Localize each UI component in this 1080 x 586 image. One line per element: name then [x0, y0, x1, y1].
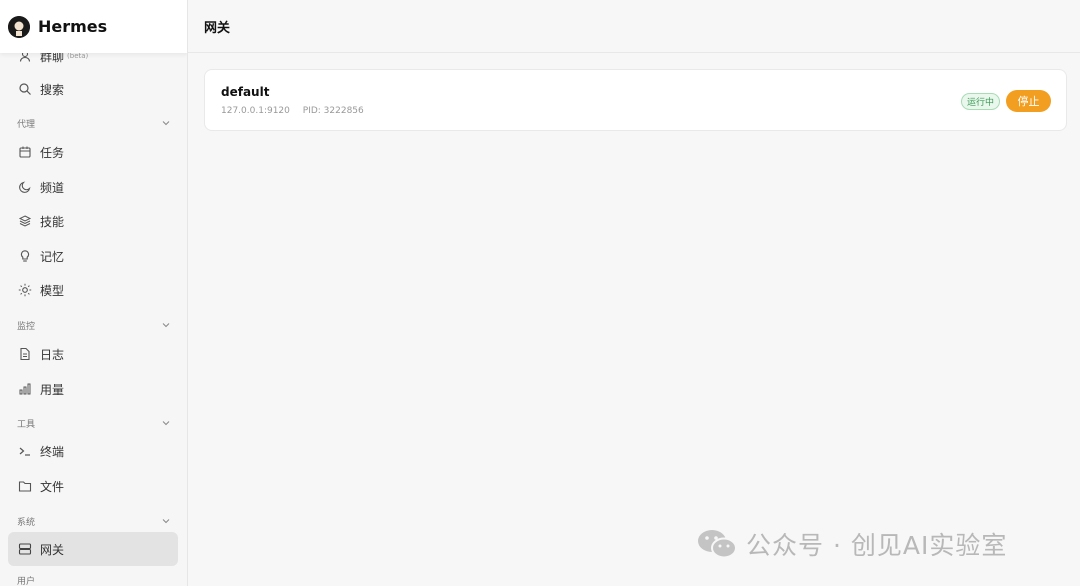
sidebar-item-label: 任务	[40, 145, 65, 160]
file-text-icon	[18, 347, 32, 361]
section-label: 用户	[17, 576, 36, 586]
brand-logo-icon	[8, 15, 30, 38]
sidebar-item-files[interactable]: 文件	[8, 469, 178, 503]
sidebar-item-gateway[interactable]: 网关	[8, 532, 178, 566]
section-monitoring[interactable]: 监控	[17, 317, 171, 333]
layers-icon	[18, 214, 32, 228]
watermark: 公众号 · 创见AI实验室	[696, 526, 1007, 562]
sidebar-item-usage[interactable]: 用量	[8, 372, 178, 406]
section-tools[interactable]: 工具	[17, 415, 171, 431]
wechat-icon	[696, 527, 738, 561]
section-agent[interactable]: 代理	[17, 115, 171, 131]
section-system[interactable]: 系统	[17, 513, 171, 529]
gateway-meta: 127.0.0.1:9120 PID: 3222856	[221, 106, 364, 116]
gateway-address: 127.0.0.1:9120	[221, 106, 290, 116]
chevron-down-icon	[161, 418, 171, 428]
sidebar-item-label: 技能	[40, 214, 65, 229]
sidebar-item-channels[interactable]: 频道	[8, 170, 178, 204]
chevron-down-icon	[161, 516, 171, 526]
section-label: 代理	[17, 119, 36, 130]
beta-badge: (beta)	[67, 52, 89, 60]
section-label: 监控	[17, 321, 36, 332]
status-badge: 运行中	[960, 93, 1000, 110]
section-label: 工具	[17, 419, 36, 430]
sidebar-item-label: 终端	[40, 444, 65, 459]
sidebar-item-logs[interactable]: 日志	[8, 337, 178, 371]
sidebar-item-models[interactable]: 模型	[8, 273, 178, 307]
watermark-text: 公众号 · 创见AI实验室	[746, 531, 1008, 560]
sidebar: 群聊 (beta) 搜索 代理 任务 频道 技能 记忆 模型 监控 日志 用量 …	[0, 0, 188, 586]
brand-header[interactable]: Hermes	[0, 0, 187, 53]
gateway-name: default	[221, 85, 270, 99]
terminal-icon	[18, 444, 32, 458]
sidebar-item-label: 频道	[40, 180, 65, 195]
search-icon	[18, 82, 32, 96]
page-title: 网关	[204, 20, 231, 36]
section-users[interactable]: 用户	[17, 572, 171, 586]
moon-icon	[18, 180, 32, 194]
calendar-icon	[18, 145, 32, 159]
chevron-down-icon	[161, 118, 171, 128]
sidebar-item-skills[interactable]: 技能	[8, 204, 178, 238]
gateway-card: default 127.0.0.1:9120 PID: 3222856 运行中 …	[204, 69, 1067, 131]
server-icon	[18, 542, 32, 556]
chevron-down-icon	[161, 320, 171, 330]
stop-button[interactable]: 停止	[1006, 90, 1051, 112]
sidebar-item-terminal[interactable]: 终端	[8, 434, 178, 468]
sidebar-item-label: 模型	[40, 283, 65, 298]
lightbulb-icon	[18, 249, 32, 263]
sidebar-item-tasks[interactable]: 任务	[8, 135, 178, 169]
sun-icon	[18, 283, 32, 297]
sidebar-item-label: 日志	[40, 347, 65, 362]
sidebar-item-memory[interactable]: 记忆	[8, 239, 178, 273]
page-header: 网关	[188, 0, 1080, 53]
section-label: 系统	[17, 517, 36, 528]
sidebar-item-label: 用量	[40, 382, 65, 397]
bar-chart-icon	[18, 382, 32, 396]
sidebar-item-search[interactable]: 搜索	[8, 72, 178, 106]
sidebar-item-label: 网关	[40, 542, 65, 557]
sidebar-item-label: 记忆	[40, 249, 65, 264]
brand-name: Hermes	[38, 17, 108, 36]
sidebar-item-label: 搜索	[40, 82, 65, 97]
sidebar-item-label: 文件	[40, 479, 65, 494]
gateway-pid: PID: 3222856	[302, 106, 364, 116]
folder-icon	[18, 479, 32, 493]
